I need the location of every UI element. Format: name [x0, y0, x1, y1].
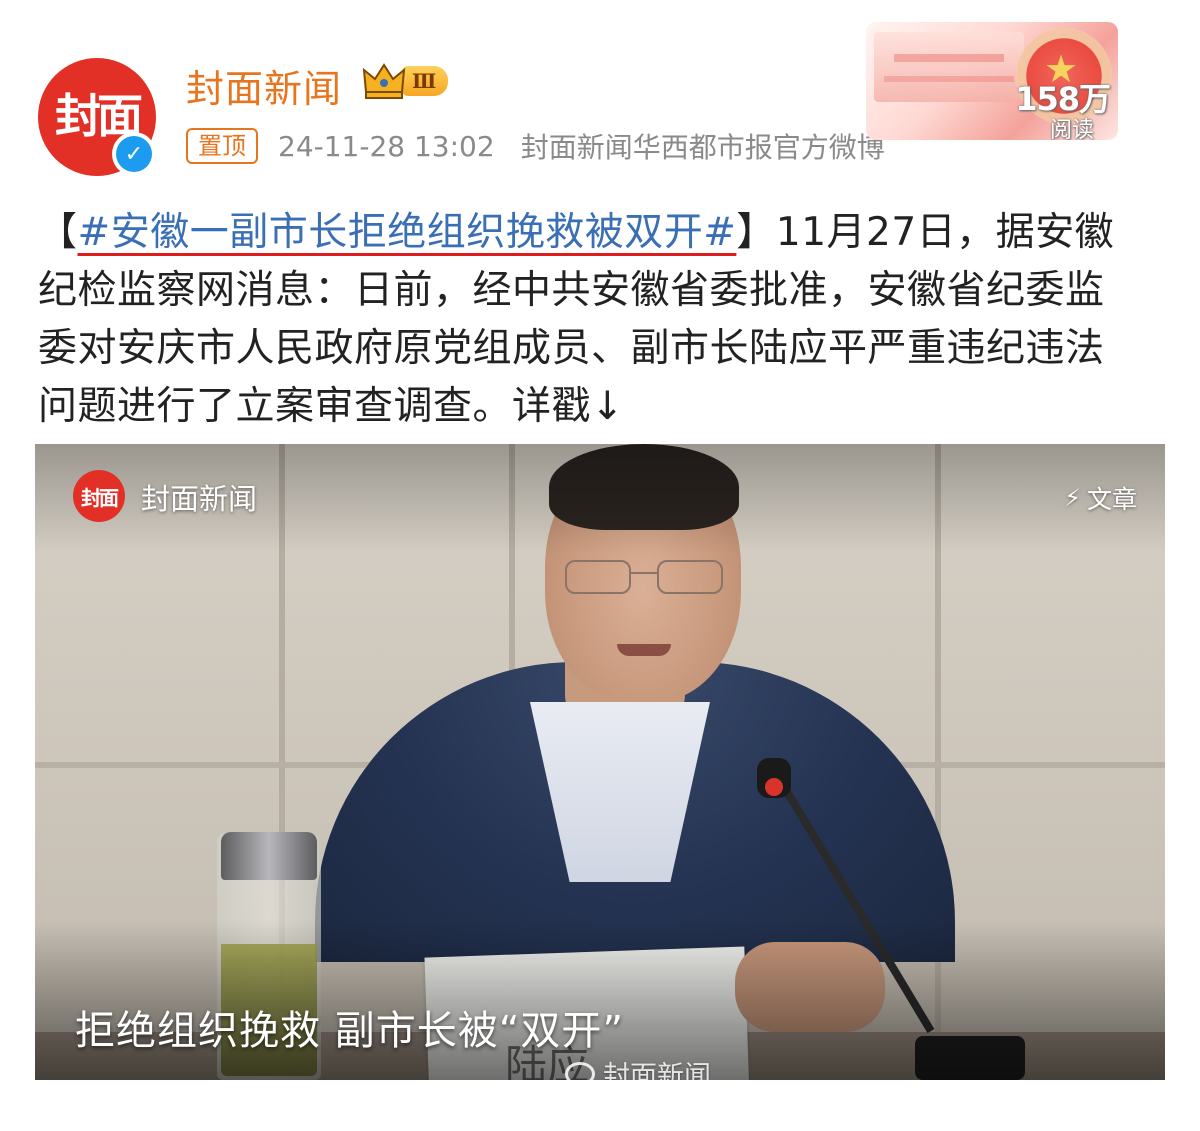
post-line-3: 委对安庆市人民政府原党组成员、副市长陆应平严重违纪违法 [38, 326, 1105, 371]
cup-lid [221, 832, 317, 880]
vip-level-text: Ⅲ [402, 66, 449, 96]
verified-v-icon: ✓ [112, 132, 156, 176]
read-label: 阅读 [1049, 118, 1094, 140]
source-logo: 封面 [73, 470, 125, 522]
post-timestamp: 24-11-28 13:02 [278, 129, 495, 163]
glasses [565, 560, 725, 596]
pinned-tag: 置顶 [186, 128, 258, 164]
media-caption: 拒绝组织挽救 副市长被“双开” [75, 1008, 625, 1054]
weibo-watermark: 封面新闻 [565, 1054, 711, 1080]
media-type-label: ⚡ 文章 [1064, 480, 1137, 516]
bracket-close: 】 [736, 210, 776, 255]
bracket-open: 【 [38, 210, 78, 255]
watermark-text: 封面新闻 [603, 1061, 711, 1080]
article-media-card[interactable]: 陆应 封面 封面新闻 ⚡ 文章 拒绝组织挽救 副市长被“双开” 封面新闻 [35, 444, 1165, 1080]
hashtag-link[interactable]: #安徽一副市长拒绝组织挽救被双开# [78, 210, 737, 255]
lightning-icon: ⚡ [1064, 484, 1081, 512]
vip-level-badge[interactable]: Ⅲ [362, 62, 449, 100]
account-description: 封面新闻华西都市报官方微博 [520, 131, 885, 164]
media-source-name: 封面新闻 [141, 482, 258, 516]
read-count-card: ★ 158万 阅读 [866, 22, 1118, 140]
post-line-2: 纪检监察网消息：日前，经中共安徽省委批准，安徽省纪委监 [38, 268, 1105, 313]
tiananmen-illustration [874, 32, 1024, 102]
post-body: 【#安徽一副市长拒绝组织挽救被双开#】11月27日，据安徽 纪检监察网消息：日前… [38, 204, 1168, 436]
microphone-light [765, 778, 783, 796]
weibo-logo-icon [565, 1061, 595, 1080]
verified-check-icon: ✓ [116, 136, 152, 172]
post-line-1: 【#安徽一副市长拒绝组织挽救被双开#】11月27日，据安徽 [38, 204, 1168, 262]
crown-icon [362, 63, 406, 99]
post-line-4[interactable]: 问题进行了立案审查调查。详戳↓ [38, 378, 1168, 436]
post-text-segment: 11月27日，据安徽 [775, 210, 1115, 255]
post-meta: 置顶 24-11-28 13:02 封面新闻华西都市报官方微博 [186, 126, 885, 166]
mouth [617, 644, 671, 656]
weibo-post: 封面 ✓ 封面新闻 Ⅲ 置顶 24-11-28 13:02 封面新闻华西都市报官… [0, 0, 1200, 1131]
account-name[interactable]: 封面新闻 [186, 58, 342, 113]
media-type-text: 文章 [1086, 485, 1137, 514]
